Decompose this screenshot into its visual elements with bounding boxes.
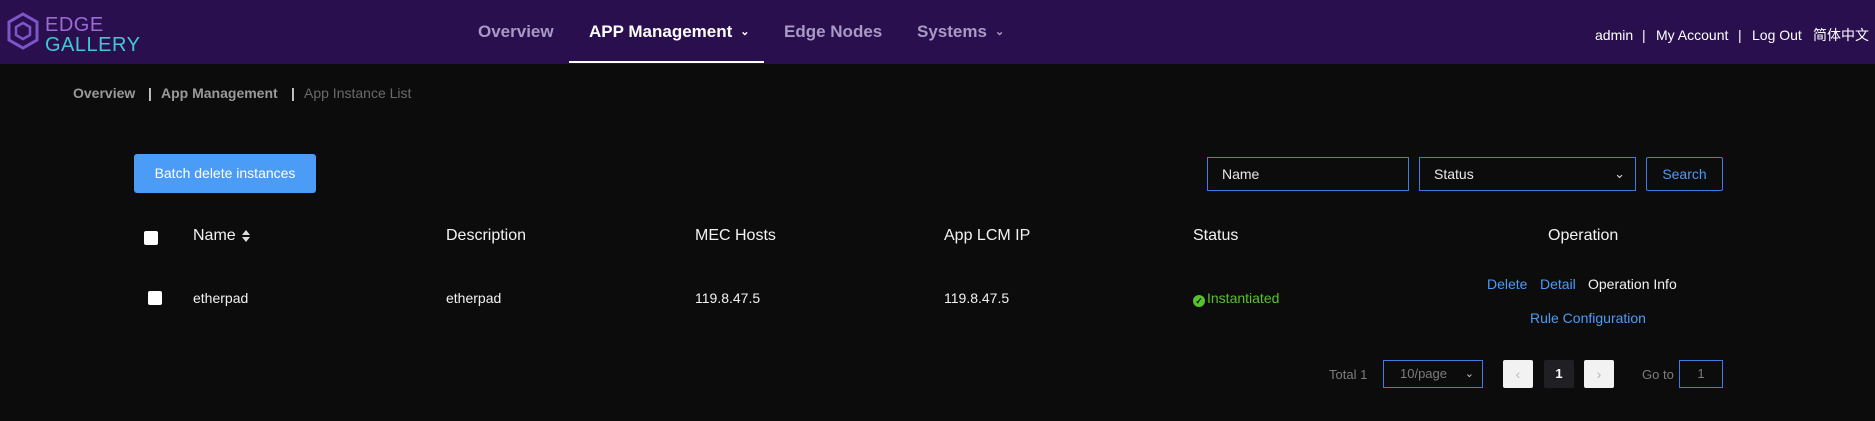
nav-overview-label: Overview bbox=[478, 22, 554, 41]
detail-link[interactable]: Detail bbox=[1540, 276, 1576, 292]
row-checkbox[interactable] bbox=[148, 291, 162, 305]
username[interactable]: admin bbox=[1595, 0, 1633, 70]
delete-link[interactable]: Delete bbox=[1487, 276, 1527, 292]
column-header-name[interactable]: Name bbox=[193, 227, 250, 245]
language-switch[interactable]: 简体中文 bbox=[1813, 0, 1869, 70]
search-button[interactable]: Search bbox=[1646, 157, 1723, 191]
column-header-mec-hosts: MEC Hosts bbox=[695, 227, 776, 244]
chevron-down-icon: ⌄ bbox=[1464, 368, 1474, 380]
cell-status: ✓ Instantiated bbox=[1193, 290, 1279, 307]
user-separator: | bbox=[1642, 27, 1646, 43]
nav-overview[interactable]: Overview bbox=[478, 0, 554, 64]
name-filter-value: Name bbox=[1222, 166, 1260, 182]
nav-edge-nodes-label: Edge Nodes bbox=[784, 22, 883, 41]
operation-info-link[interactable]: Operation Info bbox=[1588, 276, 1677, 292]
user-separator: | bbox=[1738, 27, 1742, 43]
column-header-operation: Operation bbox=[1548, 227, 1619, 244]
status-filter-select[interactable]: Status ⌄ bbox=[1419, 157, 1636, 191]
edge-gallery-logo[interactable]: EDGE GALLERY bbox=[6, 12, 146, 56]
column-header-description: Description bbox=[446, 227, 527, 244]
cell-description: etherpad bbox=[446, 290, 502, 306]
batch-delete-button[interactable]: Batch delete instances bbox=[134, 154, 316, 193]
my-account-link[interactable]: My Account bbox=[1656, 0, 1728, 70]
breadcrumb-app-management[interactable]: App Management bbox=[161, 85, 278, 101]
check-circle-icon: ✓ bbox=[1193, 295, 1205, 307]
top-navigation-bar: EDGE GALLERY Overview APP Management ⌄ Ed… bbox=[0, 0, 1875, 64]
logo-text-gallery: GALLERY bbox=[45, 34, 141, 56]
chevron-down-icon: ⌄ bbox=[994, 26, 1005, 38]
chevron-left-icon: ‹ bbox=[1515, 366, 1521, 382]
nav-systems[interactable]: Systems ⌄ bbox=[917, 0, 1004, 64]
logout-link[interactable]: Log Out bbox=[1752, 0, 1802, 70]
page-size-value: 10/page bbox=[1400, 366, 1447, 381]
nav-systems-label: Systems bbox=[917, 22, 987, 41]
sort-icon[interactable] bbox=[241, 229, 250, 242]
prev-page-button[interactable]: ‹ bbox=[1503, 360, 1533, 388]
breadcrumb-separator: | bbox=[148, 85, 152, 101]
chevron-down-icon: ⌄ bbox=[740, 26, 750, 38]
breadcrumb-separator: | bbox=[291, 85, 295, 101]
breadcrumb-overview[interactable]: Overview bbox=[73, 85, 135, 101]
rule-configuration-link[interactable]: Rule Configuration bbox=[1530, 310, 1646, 326]
breadcrumb-current: App Instance List bbox=[304, 85, 412, 101]
column-header-app-lcm-ip: App LCM IP bbox=[944, 227, 1031, 244]
cell-mec-hosts: 119.8.47.5 bbox=[695, 290, 761, 306]
cell-name: etherpad bbox=[193, 290, 249, 306]
goto-page-input[interactable]: 1 bbox=[1679, 360, 1723, 388]
nav-edge-nodes[interactable]: Edge Nodes bbox=[784, 0, 882, 64]
page-size-select[interactable]: 10/page ⌄ bbox=[1383, 360, 1483, 388]
column-header-status: Status bbox=[1193, 227, 1239, 244]
nav-app-management-label: APP Management bbox=[589, 22, 733, 41]
cell-app-lcm-ip: 119.8.47.5 bbox=[944, 290, 1010, 306]
active-nav-indicator bbox=[569, 61, 764, 63]
status-filter-value: Status bbox=[1434, 166, 1474, 182]
select-all-checkbox[interactable] bbox=[144, 231, 158, 245]
next-page-button[interactable]: › bbox=[1584, 360, 1614, 388]
status-text: Instantiated bbox=[1207, 290, 1280, 306]
chevron-right-icon: › bbox=[1596, 366, 1602, 382]
goto-label: Go to bbox=[1642, 367, 1674, 382]
pagination-total: Total 1 bbox=[1329, 367, 1368, 382]
chevron-down-icon: ⌄ bbox=[1614, 166, 1625, 181]
nav-app-management[interactable]: APP Management ⌄ bbox=[589, 0, 750, 64]
edge-gallery-logo-icon bbox=[7, 12, 39, 50]
page-number-current[interactable]: 1 bbox=[1544, 360, 1574, 388]
name-filter-input[interactable]: Name bbox=[1207, 157, 1409, 191]
column-header-name-label: Name bbox=[193, 227, 236, 244]
